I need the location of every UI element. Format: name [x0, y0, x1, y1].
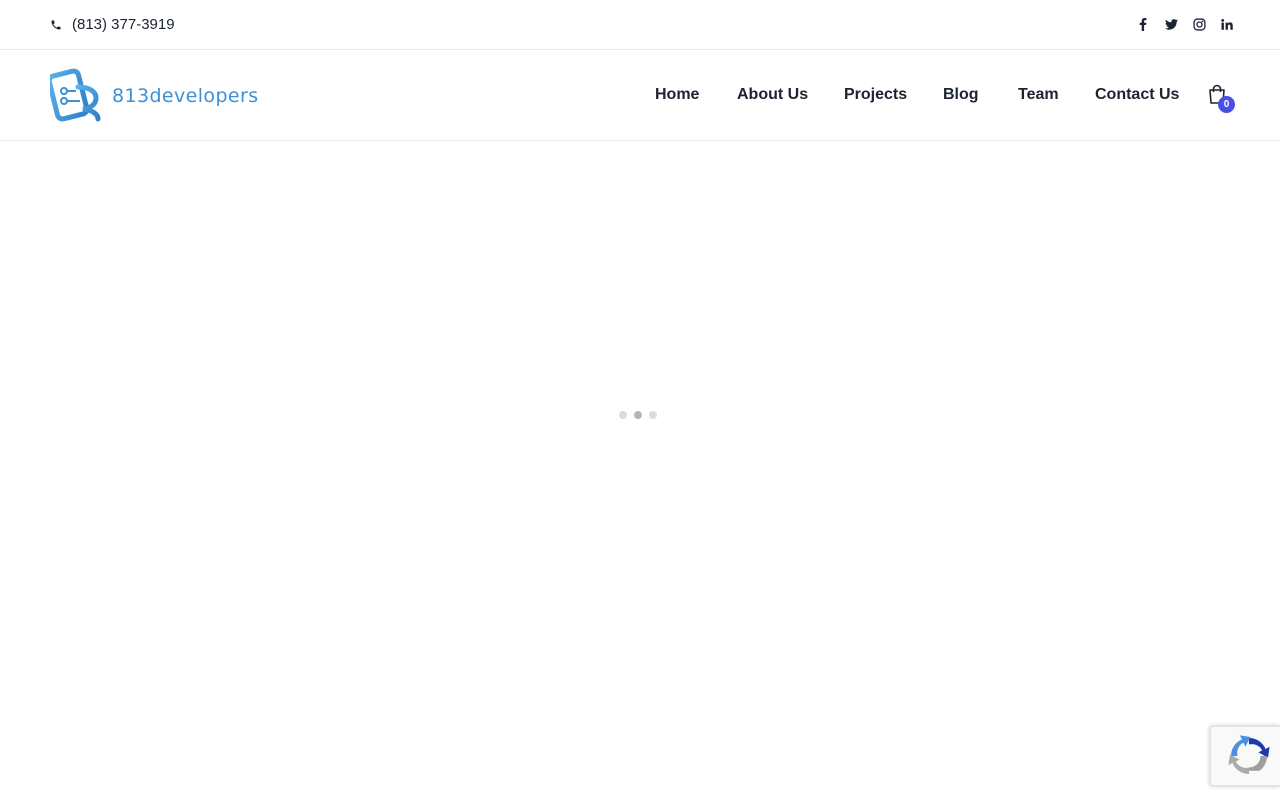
phone-number[interactable]: (813) 377-3919	[72, 16, 175, 34]
nav-item-about-us[interactable]: About Us	[737, 84, 808, 106]
site-logo[interactable]: 813developers	[50, 67, 259, 125]
facebook-icon[interactable]	[1134, 15, 1152, 33]
linkedin-icon[interactable]	[1218, 15, 1236, 33]
logo-icon	[50, 68, 101, 122]
nav-item-team[interactable]: Team	[1018, 84, 1059, 106]
cart-count-badge: 0	[1218, 96, 1235, 113]
top-bar: (813) 377-3919	[0, 0, 1280, 50]
loader-dot	[619, 411, 627, 419]
logo-wordmark: 813developers	[112, 85, 259, 107]
instagram-icon[interactable]	[1190, 15, 1208, 33]
twitter-icon[interactable]	[1162, 15, 1180, 33]
site-header: 813developers Home About Us Projects Blo…	[0, 50, 1280, 141]
phone-contact[interactable]: (813) 377-3919	[50, 16, 175, 34]
phone-icon	[50, 19, 62, 31]
nav-item-home[interactable]: Home	[655, 84, 699, 106]
social-links	[1124, 15, 1236, 33]
loader-dot-active	[634, 411, 642, 419]
nav-item-contact-us[interactable]: Contact Us	[1095, 84, 1179, 106]
page-loader	[619, 411, 664, 419]
recaptcha-badge[interactable]	[1210, 726, 1280, 786]
loader-dot	[649, 411, 657, 419]
nav-item-projects[interactable]: Projects	[844, 84, 907, 106]
cart-button[interactable]: 0	[1206, 83, 1238, 115]
recaptcha-icon	[1228, 735, 1270, 774]
nav-item-blog[interactable]: Blog	[943, 84, 979, 106]
